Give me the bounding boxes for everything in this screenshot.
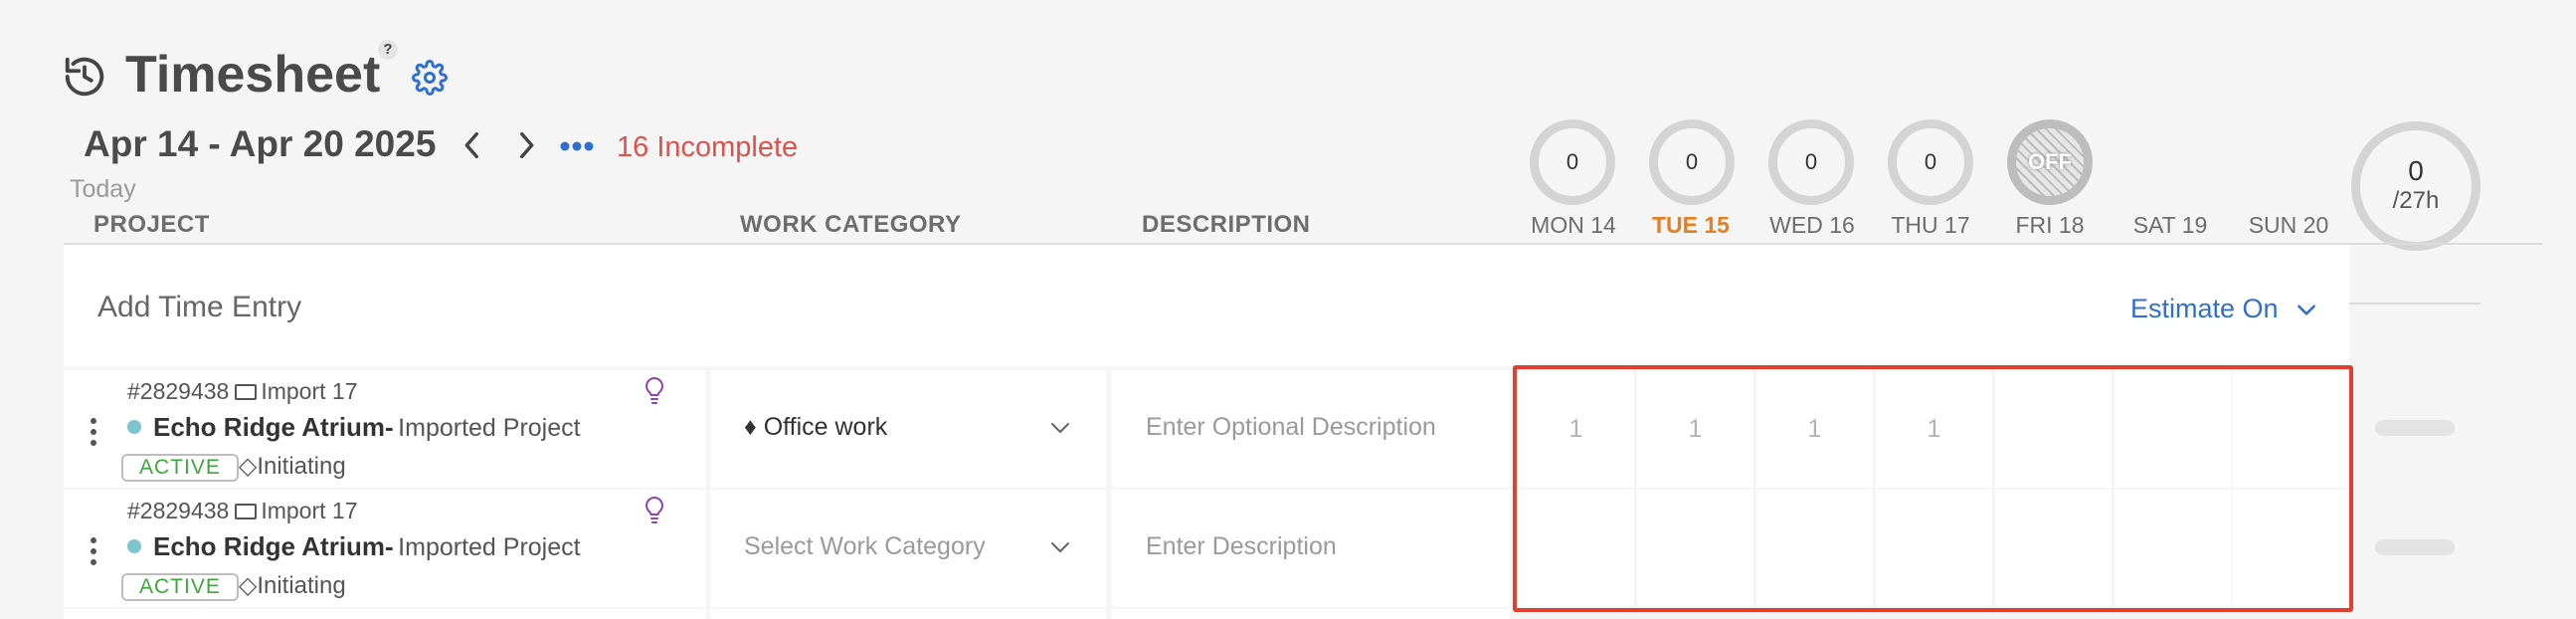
- hours-input-sat[interactable]: [2115, 490, 2231, 607]
- day-label-sun: SUN 20: [2248, 212, 2329, 238]
- add-time-entry-label[interactable]: Add Time Entry: [97, 289, 301, 326]
- day-total-fri-off: OFF: [2007, 119, 2093, 205]
- column-header-project: PROJECT: [93, 211, 210, 238]
- estimate-toggle[interactable]: Estimate On: [2130, 291, 2279, 326]
- hours-input-fri[interactable]: [1995, 490, 2112, 607]
- day-label-wed: WED 16: [1769, 212, 1855, 238]
- work-category-select[interactable]: Select Work Category: [710, 490, 1106, 607]
- column-header-description: DESCRIPTION: [1142, 211, 1311, 238]
- day-label-sat: SAT 19: [2132, 212, 2208, 238]
- phase-label: ◇Initiating: [238, 453, 346, 480]
- time-entry-row: #2829438 Import 17 Echo Ridge Atrium- Imp…: [64, 490, 2455, 607]
- work-category-value: ♦ Office work: [744, 413, 888, 441]
- hours-input-wed[interactable]: 1: [1756, 370, 1873, 488]
- description-placeholder: Enter Description: [1146, 532, 1337, 560]
- day-label-tue: TUE 15: [1652, 212, 1730, 238]
- hours-input-tue[interactable]: 1: [1637, 370, 1753, 488]
- hours-input-tue[interactable]: [1637, 490, 1753, 607]
- hours-input-sun[interactable]: [2232, 490, 2348, 607]
- day-total-thu: 0: [1888, 119, 1973, 205]
- project-id: #2829438: [127, 498, 230, 523]
- folder-icon: [235, 384, 258, 400]
- day-label-fri: FRI 18: [2015, 212, 2085, 238]
- time-entry-row-partial: [64, 609, 2349, 619]
- project-cell: #2829438 Import 17 Echo Ridge Atrium- Imp…: [64, 490, 706, 607]
- lightbulb-icon[interactable]: [643, 496, 666, 525]
- page-title: Timesheet: [125, 46, 381, 103]
- description-input[interactable]: [1112, 609, 1510, 619]
- project-cell: [64, 609, 706, 619]
- status-badge: ACTIVE: [121, 573, 239, 601]
- lightbulb-icon[interactable]: [643, 376, 666, 406]
- phase-label: ◇Initiating: [238, 572, 346, 599]
- next-week-icon[interactable]: [509, 125, 543, 165]
- folder-icon: [235, 504, 258, 519]
- week-total-target: /27h: [2392, 187, 2440, 214]
- more-options-icon[interactable]: [557, 129, 597, 163]
- day-total-tue: 0: [1649, 119, 1735, 205]
- project-color-dot: [127, 539, 141, 553]
- description-input[interactable]: Enter Optional Description: [1112, 370, 1510, 488]
- prev-week-icon[interactable]: [456, 125, 489, 165]
- week-total-value: 0: [2408, 155, 2424, 186]
- status-badge: ACTIVE: [121, 454, 239, 482]
- project-subtitle: Imported Project: [398, 533, 581, 561]
- column-header-work-category: WORK CATEGORY: [740, 211, 962, 238]
- work-category-placeholder: Select Work Category: [744, 532, 986, 560]
- incomplete-count-link[interactable]: 16 Incomplete: [617, 127, 798, 167]
- import-name: Import 17: [261, 498, 358, 523]
- chevron-down-icon[interactable]: [1048, 416, 1072, 440]
- row-total-placeholder: [2375, 420, 2455, 436]
- hours-input-wed[interactable]: [1756, 490, 1873, 607]
- total-divider: [2349, 303, 2481, 305]
- work-category-select[interactable]: ♦ Office work: [710, 370, 1106, 488]
- project-cell: #2829438 Import 17 Echo Ridge Atrium- Imp…: [64, 370, 706, 488]
- add-time-entry-bar[interactable]: [64, 245, 2349, 366]
- history-icon: [65, 57, 104, 97]
- hours-input-fri[interactable]: [1995, 370, 2112, 488]
- row-total-placeholder: [2375, 539, 2455, 555]
- project-subtitle: Imported Project: [398, 414, 581, 442]
- today-link[interactable]: Today: [70, 173, 136, 205]
- chevron-down-icon[interactable]: [2294, 297, 2319, 322]
- hours-input-mon[interactable]: [1518, 490, 1634, 607]
- description-input[interactable]: Enter Description: [1112, 490, 1510, 607]
- project-name[interactable]: Echo Ridge Atrium-: [153, 412, 394, 442]
- day-total-mon: 0: [1530, 119, 1615, 205]
- hours-input-sat[interactable]: [2115, 370, 2231, 488]
- hours-input-sun[interactable]: [2232, 370, 2348, 488]
- hours-input-mon[interactable]: 1: [1518, 370, 1634, 488]
- time-entry-row: #2829438 Import 17 Echo Ridge Atrium- Imp…: [64, 370, 2455, 488]
- import-name: Import 17: [261, 378, 358, 404]
- day-total-wed: 0: [1768, 119, 1854, 205]
- project-name[interactable]: Echo Ridge Atrium-: [153, 531, 394, 561]
- project-id: #2829438: [127, 378, 230, 404]
- day-label-mon: MON 14: [1531, 212, 1616, 238]
- header-divider-right: [2349, 243, 2542, 245]
- week-total: 0 /27h: [2351, 121, 2481, 251]
- hours-input-thu[interactable]: [1876, 490, 1992, 607]
- chevron-down-icon[interactable]: [1048, 535, 1072, 559]
- work-category-select[interactable]: [710, 609, 1106, 619]
- kebab-menu-icon[interactable]: [90, 418, 97, 448]
- kebab-menu-icon[interactable]: [90, 537, 97, 567]
- date-range: Apr 14 - Apr 20 2025: [84, 123, 437, 164]
- description-placeholder: Enter Optional Description: [1146, 413, 1436, 441]
- project-color-dot: [127, 420, 141, 434]
- hours-input-thu[interactable]: 1: [1876, 370, 1992, 488]
- gear-icon[interactable]: [412, 60, 448, 96]
- day-label-thu: THU 17: [1891, 212, 1970, 238]
- help-icon[interactable]: ?: [378, 40, 398, 60]
